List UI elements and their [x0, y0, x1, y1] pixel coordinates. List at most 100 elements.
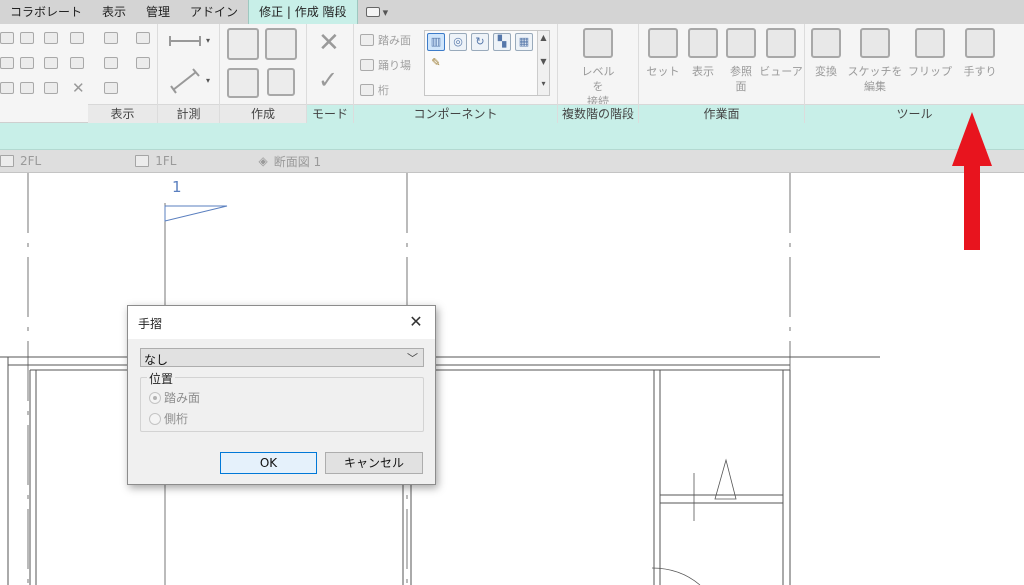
stringer-label: 桁 — [378, 84, 389, 97]
close-icon[interactable]: ✕ — [405, 311, 427, 333]
panel-mode: ✕ ✓ モード — [307, 24, 354, 123]
linework-icon[interactable] — [136, 57, 150, 69]
move-icon[interactable] — [70, 32, 84, 44]
split-icon[interactable] — [20, 82, 34, 94]
tab-section-1[interactable]: ◈ 断面図 1 — [258, 153, 321, 170]
ribbon: ✕ 表示 ▾ ▾ 計測 作成 ✕ ✓ モード 踏み面 踊り場 桁 ▥ ◎ ↻ ▚… — [0, 24, 1024, 123]
panel-multistory: レベルを 接続 複数階の階段 — [558, 24, 639, 123]
stringer-button[interactable]: 桁 — [360, 82, 389, 98]
paint-brush-icon[interactable] — [104, 57, 118, 69]
section-flag — [164, 205, 228, 222]
mirror-icon[interactable] — [0, 57, 14, 69]
option-tread[interactable]: 踏み面 — [149, 389, 200, 406]
create-parts-icon[interactable] — [227, 28, 259, 60]
panel-tools: 変換 スケッチを 編集 フリップ 手すり ツール — [805, 24, 1024, 123]
measure-distance-icon[interactable] — [168, 34, 202, 48]
reference-label-line1: 参照 — [730, 65, 752, 78]
section-view-icon: ◈ — [258, 154, 268, 168]
menu-addins[interactable]: アドイン — [180, 0, 248, 24]
ok-button[interactable]: OK — [220, 452, 317, 474]
workplane-viewer-button[interactable]: ビューア — [759, 28, 803, 79]
railing-type-value: なし — [144, 353, 169, 367]
aligned-dimension-icon[interactable] — [170, 68, 200, 94]
cancel-button[interactable]: キャンセル — [325, 452, 423, 474]
dialog-title: 手摺 — [138, 317, 163, 331]
override-graphics-icon[interactable] — [136, 32, 150, 44]
cancel-edit-mode-icon[interactable]: ✕ — [318, 30, 340, 56]
option-stringer[interactable]: 側桁 — [149, 410, 188, 427]
create-sketch-icon[interactable]: ✎ — [427, 55, 445, 73]
tab-2fl[interactable]: 2FL — [0, 154, 41, 168]
panel-label-measure: 計測 — [158, 104, 219, 123]
landing-button[interactable]: 踊り場 — [360, 57, 411, 73]
edit-sketch-label-line2: 編集 — [864, 80, 886, 93]
reference-plane-button[interactable]: 参照 面 — [723, 28, 759, 94]
panel-label-create: 作成 — [220, 104, 306, 123]
tread-icon — [360, 34, 374, 46]
eraser-icon[interactable] — [104, 82, 118, 94]
panel-create: 作成 — [220, 24, 307, 123]
align-icon[interactable] — [20, 32, 34, 44]
flip-button[interactable]: フリップ — [907, 28, 953, 79]
l-shape-winder-icon[interactable]: ▚ — [493, 33, 511, 51]
menu-manage[interactable]: 管理 — [136, 0, 180, 24]
radio-stringer[interactable] — [149, 412, 161, 425]
center-ends-spiral-icon[interactable]: ↻ — [471, 33, 489, 51]
railing-type-dropdown[interactable]: なし ﹀ — [140, 348, 424, 367]
chevron-down-icon[interactable]: ▾ — [206, 36, 210, 45]
set-workplane-button[interactable]: セット — [643, 28, 683, 79]
tread-label: 踏み面 — [378, 34, 411, 47]
ribbon-display-toggle[interactable]: ▾ — [365, 6, 388, 19]
lightbulb-icon[interactable] — [104, 32, 118, 44]
panel-toggle-icon — [365, 7, 380, 17]
railing-label: 手すり — [963, 65, 997, 78]
chevron-down-icon[interactable]: ▾ — [206, 76, 210, 85]
convert-button[interactable]: 変換 — [809, 28, 843, 79]
position-group-label: 位置 — [147, 370, 176, 387]
panel-label-multistory: 複数階の階段 — [558, 104, 638, 123]
panel-display: ✕ 表示 — [0, 24, 158, 123]
create-assembly-icon[interactable] — [267, 68, 295, 96]
scale-icon[interactable] — [44, 57, 58, 69]
revit-window: コラボレート 表示 管理 アドイン 修正 | 作成 階段 ▾ ✕ 表示 ▾ ▾ … — [0, 0, 1024, 585]
tab-1fl[interactable]: 1FL — [135, 154, 176, 168]
railing-dialog: 手摺 ✕ なし ﹀ 位置 踏み面 側桁 OK キャンセル — [127, 305, 436, 485]
offset-icon[interactable] — [44, 32, 58, 44]
create-similar-icon[interactable] — [227, 68, 259, 98]
dialog-titlebar[interactable]: 手摺 ✕ — [128, 306, 435, 339]
section-marker-label[interactable]: 1 — [172, 178, 182, 196]
panel-label-mode: モード — [307, 104, 353, 123]
show-workplane-button[interactable]: 表示 — [683, 28, 723, 79]
scroll-down-icon[interactable]: ▼ — [538, 57, 549, 66]
gallery-expand-icon[interactable]: ▾ — [538, 79, 549, 88]
tread-button[interactable]: 踏み面 — [360, 32, 411, 48]
create-group-icon[interactable] — [265, 28, 297, 60]
option-tread-label: 踏み面 — [164, 391, 201, 405]
full-step-spiral-icon[interactable]: ◎ — [449, 33, 467, 51]
delete-icon[interactable]: ✕ — [72, 79, 85, 97]
finish-edit-mode-icon[interactable]: ✓ — [318, 68, 338, 92]
modify-tool-icon[interactable] — [0, 32, 14, 44]
scroll-up-icon[interactable]: ▲ — [538, 33, 549, 42]
gallery-scrollbar[interactable]: ▲ ▼ ▾ — [537, 31, 549, 95]
unpin-icon[interactable] — [44, 82, 58, 94]
door-arc — [651, 567, 701, 585]
array-icon[interactable] — [20, 57, 34, 69]
menu-collaborate[interactable]: コラボレート — [0, 0, 92, 24]
trim-icon[interactable] — [0, 82, 14, 94]
straight-run-icon[interactable]: ▥ — [427, 33, 445, 51]
menu-view[interactable]: 表示 — [92, 0, 136, 24]
viewer-icon — [766, 28, 796, 58]
menu-modify-create-stair[interactable]: 修正 | 作成 階段 — [248, 0, 358, 24]
connect-levels-button[interactable]: レベルを 接続 — [578, 28, 618, 109]
floor-plan-icon — [0, 155, 14, 167]
flip-label: フリップ — [908, 65, 952, 78]
edit-sketch-button[interactable]: スケッチを 編集 — [845, 28, 905, 94]
pin-icon[interactable] — [70, 57, 84, 69]
railing-button[interactable]: 手すり — [959, 28, 1001, 79]
landing-label: 踊り場 — [378, 59, 411, 72]
tab-1fl-label: 1FL — [155, 154, 177, 168]
radio-tread[interactable] — [149, 391, 161, 404]
u-shape-winder-icon[interactable]: ▦ — [515, 33, 533, 51]
railing-icon — [965, 28, 995, 58]
